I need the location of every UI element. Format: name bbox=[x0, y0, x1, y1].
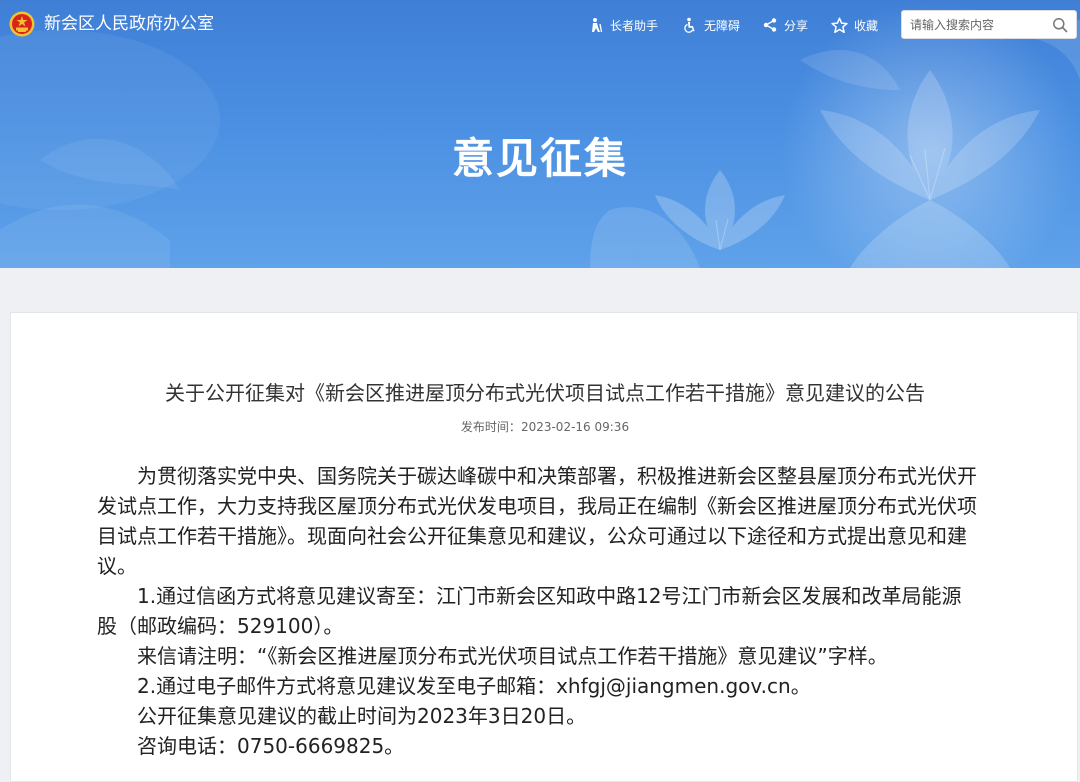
elder-assist-button[interactable]: 长者助手 bbox=[588, 16, 658, 34]
favorite-label: 收藏 bbox=[854, 18, 879, 33]
article-body: 为贯彻落实党中央、国务院关于碳达峰碳中和决策部署，积极推进新会区整县屋顶分布式光… bbox=[97, 461, 981, 761]
publish-time-value: 2023-02-16 09:36 bbox=[520, 420, 630, 434]
top-bar: 新会区人民政府办公室 长者助手 无障碍 分享 收藏 请输入搜索内容 bbox=[0, 0, 1080, 50]
share-icon bbox=[763, 18, 777, 32]
banner-title: 意见征集 bbox=[451, 134, 628, 183]
elder-assist-icon bbox=[592, 18, 603, 33]
search-icon[interactable] bbox=[1052, 17, 1068, 33]
article-paragraph: 公开征集意见建议的截止时间为2023年3日20日。 bbox=[137, 704, 587, 728]
favorite-button[interactable]: 收藏 bbox=[831, 16, 878, 34]
publish-time: 发布时间：2023-02-16 09:36 bbox=[11, 419, 1079, 435]
article-paragraph: 咨询电话：0750-6669825。 bbox=[137, 734, 405, 758]
accessibility-icon bbox=[684, 17, 695, 33]
star-icon bbox=[831, 17, 848, 33]
article-title: 关于公开征集对《新会区推进屋顶分布式光伏项目试点工作若干措施》意见建议的公告 bbox=[165, 381, 925, 405]
site-header: 新会区人民政府办公室 长者助手 无障碍 分享 收藏 请输入搜索内容 意见征集 bbox=[0, 0, 1080, 268]
publish-time-label: 发布时间： bbox=[460, 420, 521, 434]
accessibility-button[interactable]: 无障碍 bbox=[682, 16, 740, 34]
search-input[interactable] bbox=[910, 15, 1046, 34]
national-emblem-icon[interactable] bbox=[9, 11, 35, 37]
share-button[interactable]: 分享 bbox=[762, 16, 808, 34]
article-paragraph: 1.通过信函方式将意见建议寄至：江门市新会区知政中路12号江门市新会区发展和改革… bbox=[97, 584, 962, 638]
article-paragraph: 2.通过电子邮件方式将意见建议发至电子邮箱：xhfgj@jiangmen.gov… bbox=[137, 674, 811, 698]
article-paragraph: 来信请注明：“《新会区推进屋顶分布式光伏项目试点工作若干措施》意见建议”字样。 bbox=[137, 644, 888, 668]
share-label: 分享 bbox=[784, 18, 809, 33]
article-paragraph: 为贯彻落实党中央、国务院关于碳达峰碳中和决策部署，积极推进新会区整县屋顶分布式光… bbox=[97, 464, 977, 578]
search-box bbox=[901, 10, 1077, 39]
elder-assist-label: 长者助手 bbox=[610, 18, 659, 33]
site-name[interactable]: 新会区人民政府办公室 bbox=[44, 14, 214, 34]
article-card: 关于公开征集对《新会区推进屋顶分布式光伏项目试点工作若干措施》意见建议的公告 发… bbox=[10, 312, 1078, 782]
accessibility-label: 无障碍 bbox=[704, 18, 741, 33]
